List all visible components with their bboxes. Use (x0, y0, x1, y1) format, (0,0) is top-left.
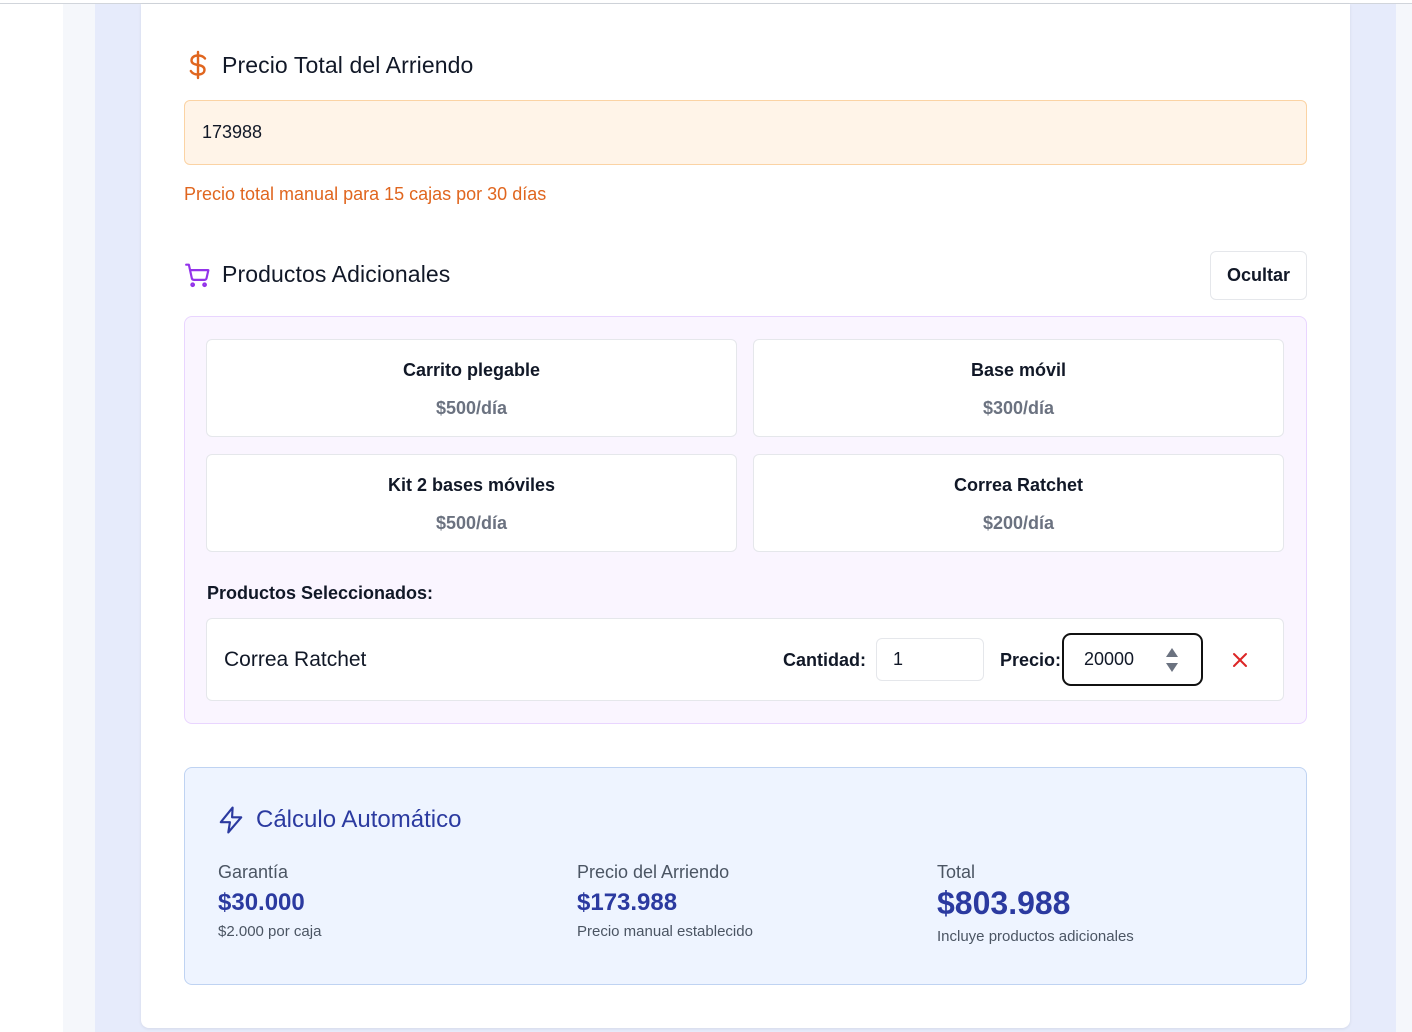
product-card-kit-2-bases[interactable]: Kit 2 bases móviles $500/día (206, 454, 737, 552)
arriendo-value: $173.988 (577, 889, 678, 916)
product-name: Carrito plegable (402, 360, 541, 380)
quantity-value: 1 (893, 649, 904, 669)
price-input[interactable]: 20000 (1062, 633, 1203, 686)
hide-products-button[interactable]: Ocultar (1210, 251, 1307, 300)
close-icon (1229, 649, 1251, 671)
product-card-correa-ratchet[interactable]: Correa Ratchet $200/día (753, 454, 1284, 552)
products-section-title: Productos Adicionales (222, 261, 451, 287)
price-hint-text: Precio total manual para 15 cajas por 30… (184, 184, 547, 204)
price-section-title: Precio Total del Arriendo (222, 51, 474, 78)
total-value: $803.988 (937, 885, 1071, 921)
calc-section-header: Cálculo Automático (218, 806, 461, 834)
dollar-icon (186, 50, 210, 80)
garantia-note: $2.000 por caja (218, 923, 322, 940)
total-price-value: 173988 (202, 122, 263, 142)
garantia-column: Garantía $30.000 $2.000 por caja (218, 862, 321, 940)
product-price: $300/día (982, 398, 1055, 418)
arriendo-label: Precio del Arriendo (577, 862, 730, 882)
price-section-header: Precio Total del Arriendo (186, 50, 473, 80)
arriendo-note: Precio manual establecido (577, 923, 753, 940)
calc-section-title: Cálculo Automático (256, 806, 462, 833)
product-card-carrito-plegable[interactable]: Carrito plegable $500/día (206, 339, 737, 437)
products-section-header: Productos Adicionales (184, 261, 450, 288)
auto-calculation-panel: Cálculo Automático Garantía $30.000 $2.0… (184, 767, 1307, 985)
total-label: Total (937, 862, 976, 882)
arriendo-column: Precio del Arriendo $173.988 Precio manu… (577, 862, 753, 940)
price-value: 20000 (1084, 649, 1135, 669)
form-card: Precio Total del Arriendo 173988 Precio … (141, 4, 1350, 1028)
product-card-base-movil[interactable]: Base móvil $300/día (753, 339, 1284, 437)
cart-icon (184, 262, 210, 288)
remove-product-button[interactable] (1229, 649, 1251, 671)
total-column: Total $803.988 Incluye productos adicion… (937, 862, 1134, 945)
selected-product-name: Correa Ratchet (224, 648, 367, 671)
garantia-label: Garantía (218, 862, 289, 882)
product-name: Base móvil (970, 360, 1067, 380)
total-note: Incluye productos adicionales (937, 928, 1134, 945)
quantity-label: Cantidad: (783, 650, 866, 670)
quantity-input[interactable]: 1 (876, 638, 984, 681)
price-label: Precio: (1000, 650, 1062, 670)
product-price: $500/día (435, 398, 508, 418)
product-name: Correa Ratchet (953, 475, 1084, 495)
product-price: $500/día (435, 513, 508, 533)
total-price-input[interactable]: 173988 (184, 100, 1307, 165)
selected-products-label: Productos Seleccionados: (207, 583, 434, 603)
number-spinner-icon[interactable] (1165, 647, 1179, 673)
products-panel: Carrito plegable $500/día Base móvil $30… (184, 316, 1307, 724)
product-price: $200/día (982, 513, 1055, 533)
selected-product-row: Correa Ratchet Cantidad: 1 Precio: 20000 (206, 618, 1284, 701)
product-name: Kit 2 bases móviles (387, 475, 556, 495)
garantia-value: $30.000 (218, 889, 305, 916)
lightning-icon (218, 806, 244, 834)
